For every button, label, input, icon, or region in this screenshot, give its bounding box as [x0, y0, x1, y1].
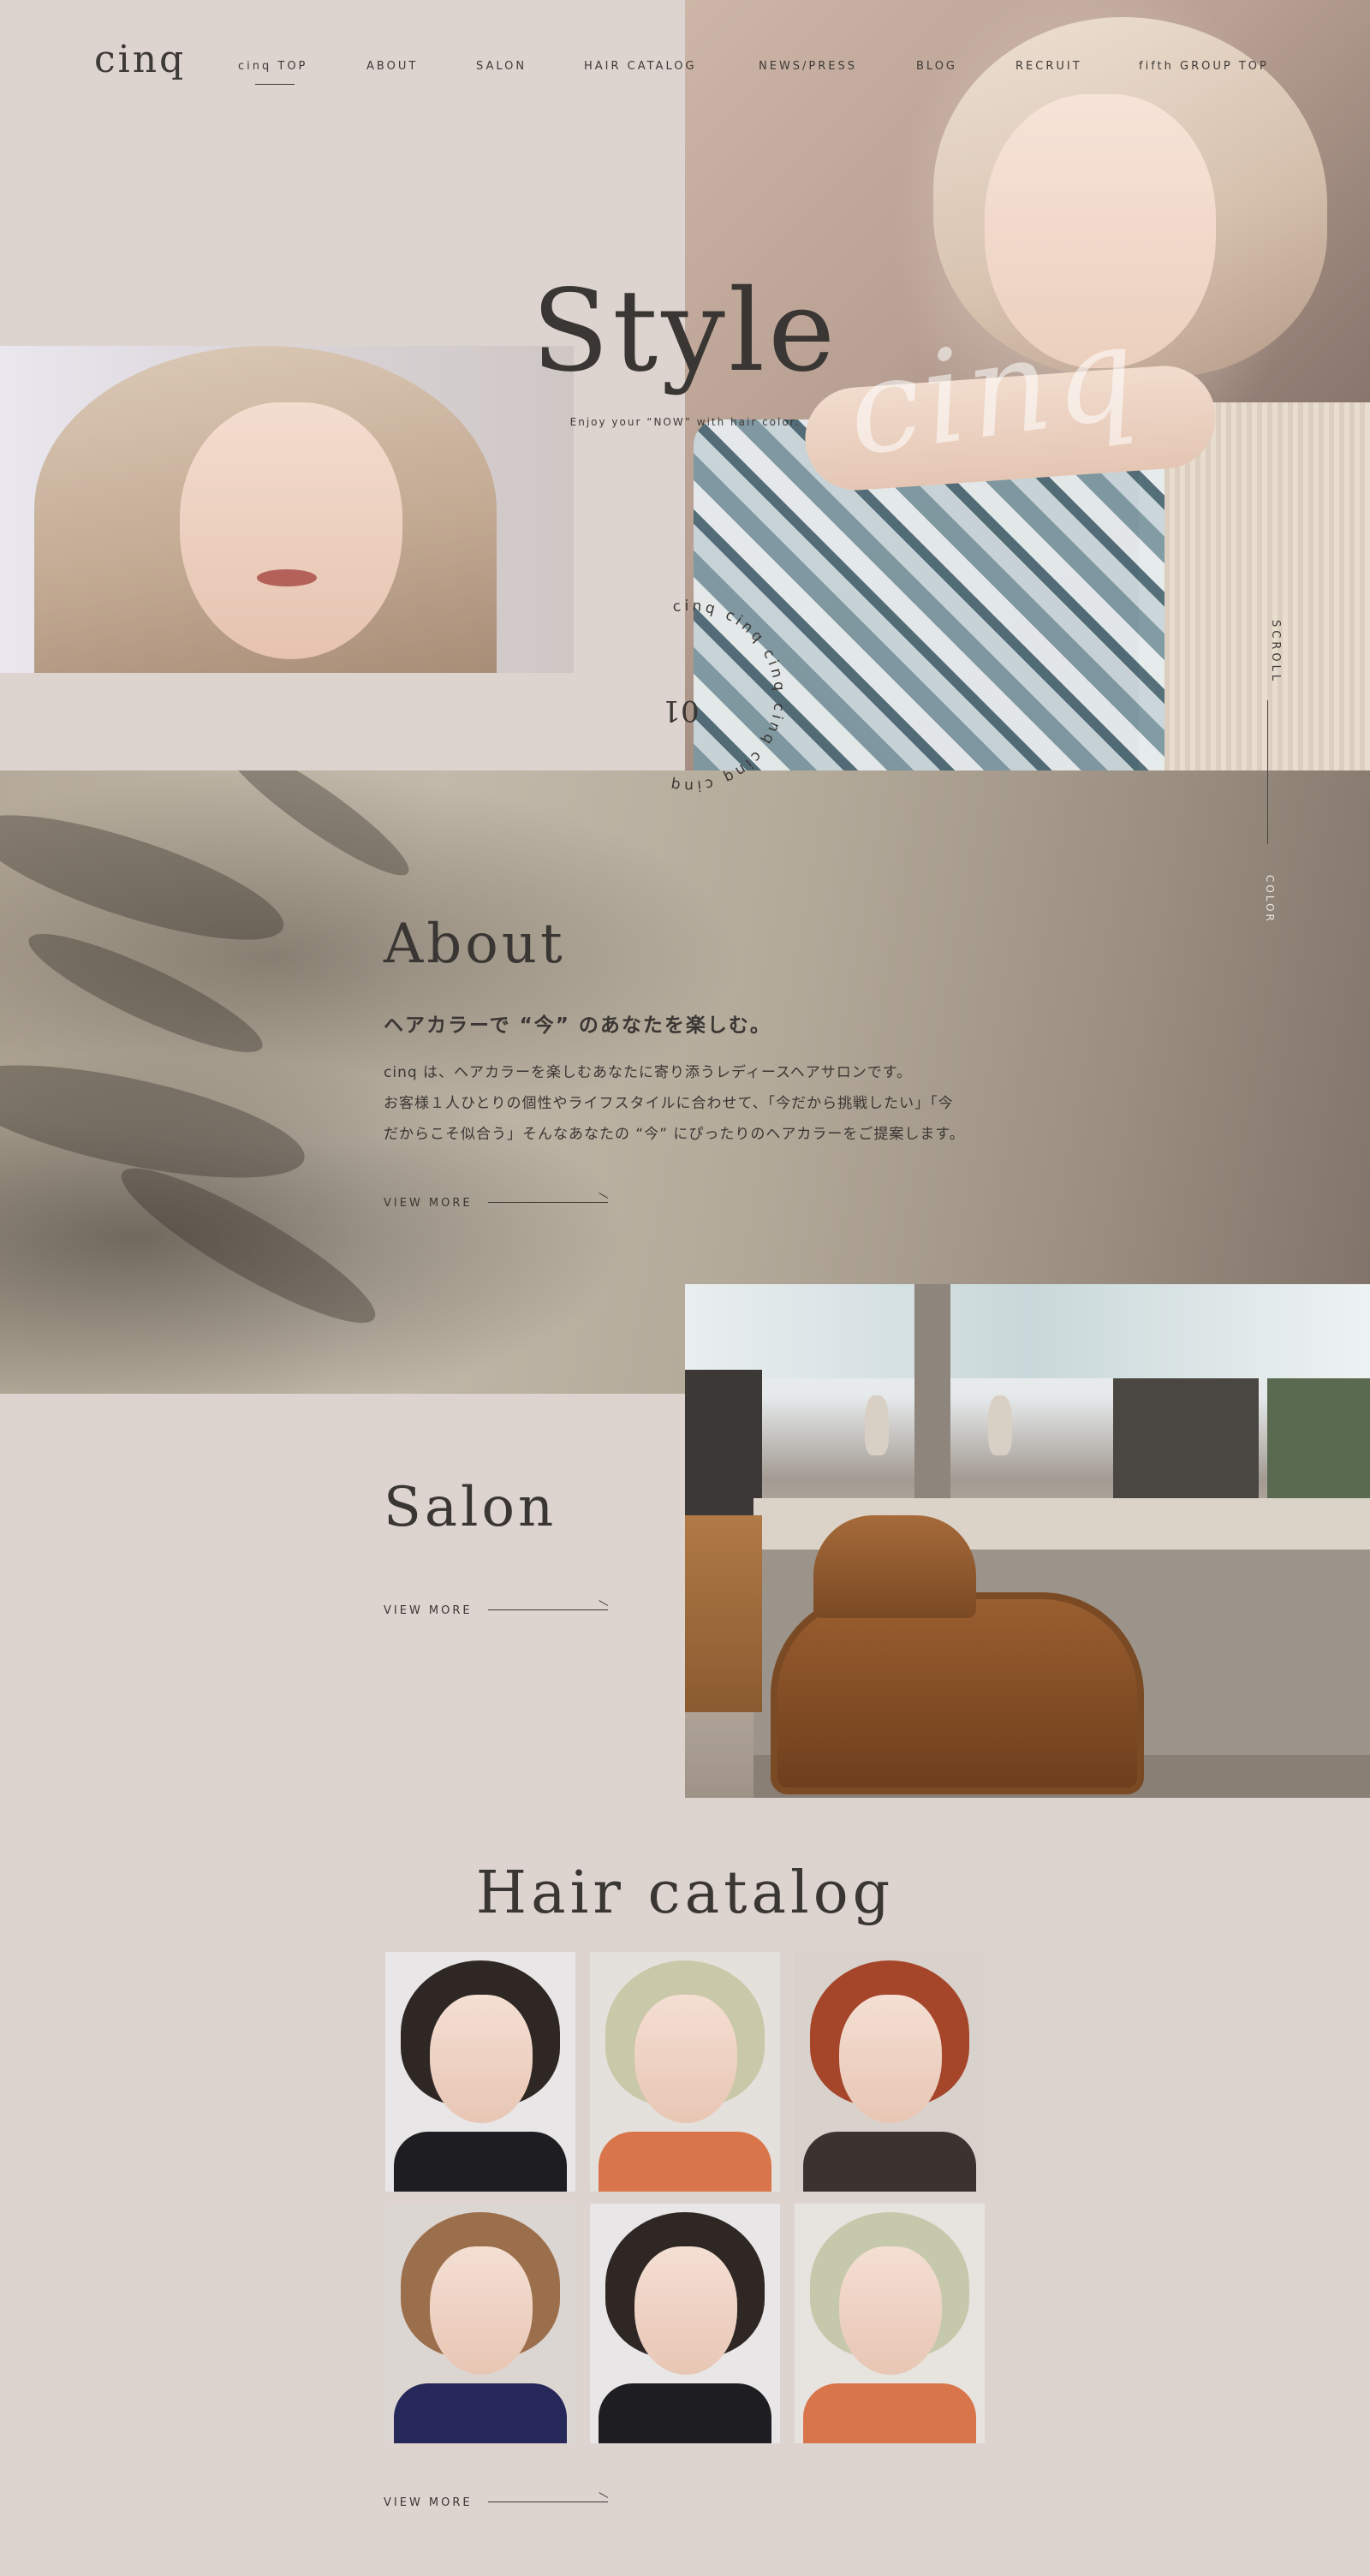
catalog-face	[430, 2246, 533, 2375]
about-body-line: cinq は、ヘアカラーを楽しむあなたに寄り添うレディースヘアサロンです。	[384, 1064, 913, 1081]
about-heading: ヘアカラーで “今” のあなたを楽しむ。	[384, 1014, 771, 1037]
catalog-item[interactable]	[590, 1952, 780, 2192]
hair-catalog-view-more-link[interactable]: VIEW MORE	[384, 2496, 473, 2509]
salon-photo	[685, 1284, 1370, 1798]
catalog-face	[839, 1995, 942, 2123]
catalog-outfit	[394, 2132, 567, 2192]
salon-title: Salon	[384, 1476, 557, 1539]
hero-subtitle: Enjoy your “NOW” with hair color.	[569, 416, 801, 428]
color-label: COLOR	[1264, 875, 1276, 924]
vase	[865, 1395, 889, 1455]
catalog-item[interactable]	[590, 2204, 780, 2443]
scroll-line	[1267, 700, 1268, 844]
catalog-face	[634, 1995, 737, 2123]
salon-mirror-right	[1267, 1378, 1370, 1498]
catalog-outfit	[803, 2132, 976, 2192]
about-body-line: お客様１人ひとりの個性やライフスタイルに合わせて、「今だから挑戦したい」「今	[384, 1095, 954, 1112]
salon-chair	[685, 1515, 762, 1712]
nav-fifth-group-top[interactable]: fifth GROUP TOP	[1139, 60, 1269, 73]
about-body-line: だからこそ似合う」そんなあなたの “今” にぴったりのヘアカラーをご提案します。	[384, 1126, 965, 1143]
salon-mirror	[1113, 1378, 1259, 1498]
nav-salon[interactable]: SALON	[476, 60, 527, 73]
nav-blog[interactable]: BLOG	[916, 60, 957, 73]
logo[interactable]: cinq	[94, 38, 186, 81]
catalog-item[interactable]	[385, 1952, 575, 2192]
catalog-outfit	[599, 2383, 771, 2443]
nav-recruit[interactable]: RECRUIT	[1016, 60, 1082, 73]
hero-secondary-face	[180, 402, 402, 659]
catalog-outfit	[394, 2383, 567, 2443]
salon-chair	[771, 1592, 1144, 1794]
hair-catalog-title: Hair catalog	[475, 1859, 895, 1927]
section-number: 01	[662, 693, 700, 728]
catalog-face	[634, 2246, 737, 2375]
scroll-label[interactable]: SCROLL	[1269, 620, 1282, 684]
about-view-more-arrow[interactable]	[488, 1202, 608, 1203]
catalog-item[interactable]	[795, 2204, 985, 2443]
catalog-item[interactable]	[385, 2204, 575, 2443]
leaf-shadow	[213, 770, 420, 891]
nav-hair-catalog[interactable]: HAIR CATALOG	[584, 60, 697, 73]
salon-view-more-link[interactable]: VIEW MORE	[384, 1604, 473, 1617]
about-title: About	[384, 913, 566, 976]
salon-pillar	[914, 1284, 950, 1498]
nav-news-press[interactable]: NEWS/PRESS	[759, 60, 857, 73]
vase	[988, 1395, 1012, 1455]
catalog-outfit	[803, 2383, 976, 2443]
salon-view-more-arrow[interactable]	[488, 1609, 608, 1610]
about-view-more-link[interactable]: VIEW MORE	[384, 1197, 473, 1210]
salon-window	[685, 1284, 1370, 1378]
catalog-face	[839, 2246, 942, 2375]
nav-about[interactable]: ABOUT	[366, 60, 418, 73]
nav-cinq-top[interactable]: cinq TOP	[238, 60, 307, 73]
nav-active-indicator	[255, 84, 295, 85]
hero-title: Style	[531, 265, 839, 397]
catalog-outfit	[599, 2132, 771, 2192]
hero-secondary-lips	[257, 569, 317, 586]
catalog-face	[430, 1995, 533, 2123]
salon-chair	[813, 1515, 976, 1618]
catalog-item[interactable]	[795, 1952, 985, 2192]
